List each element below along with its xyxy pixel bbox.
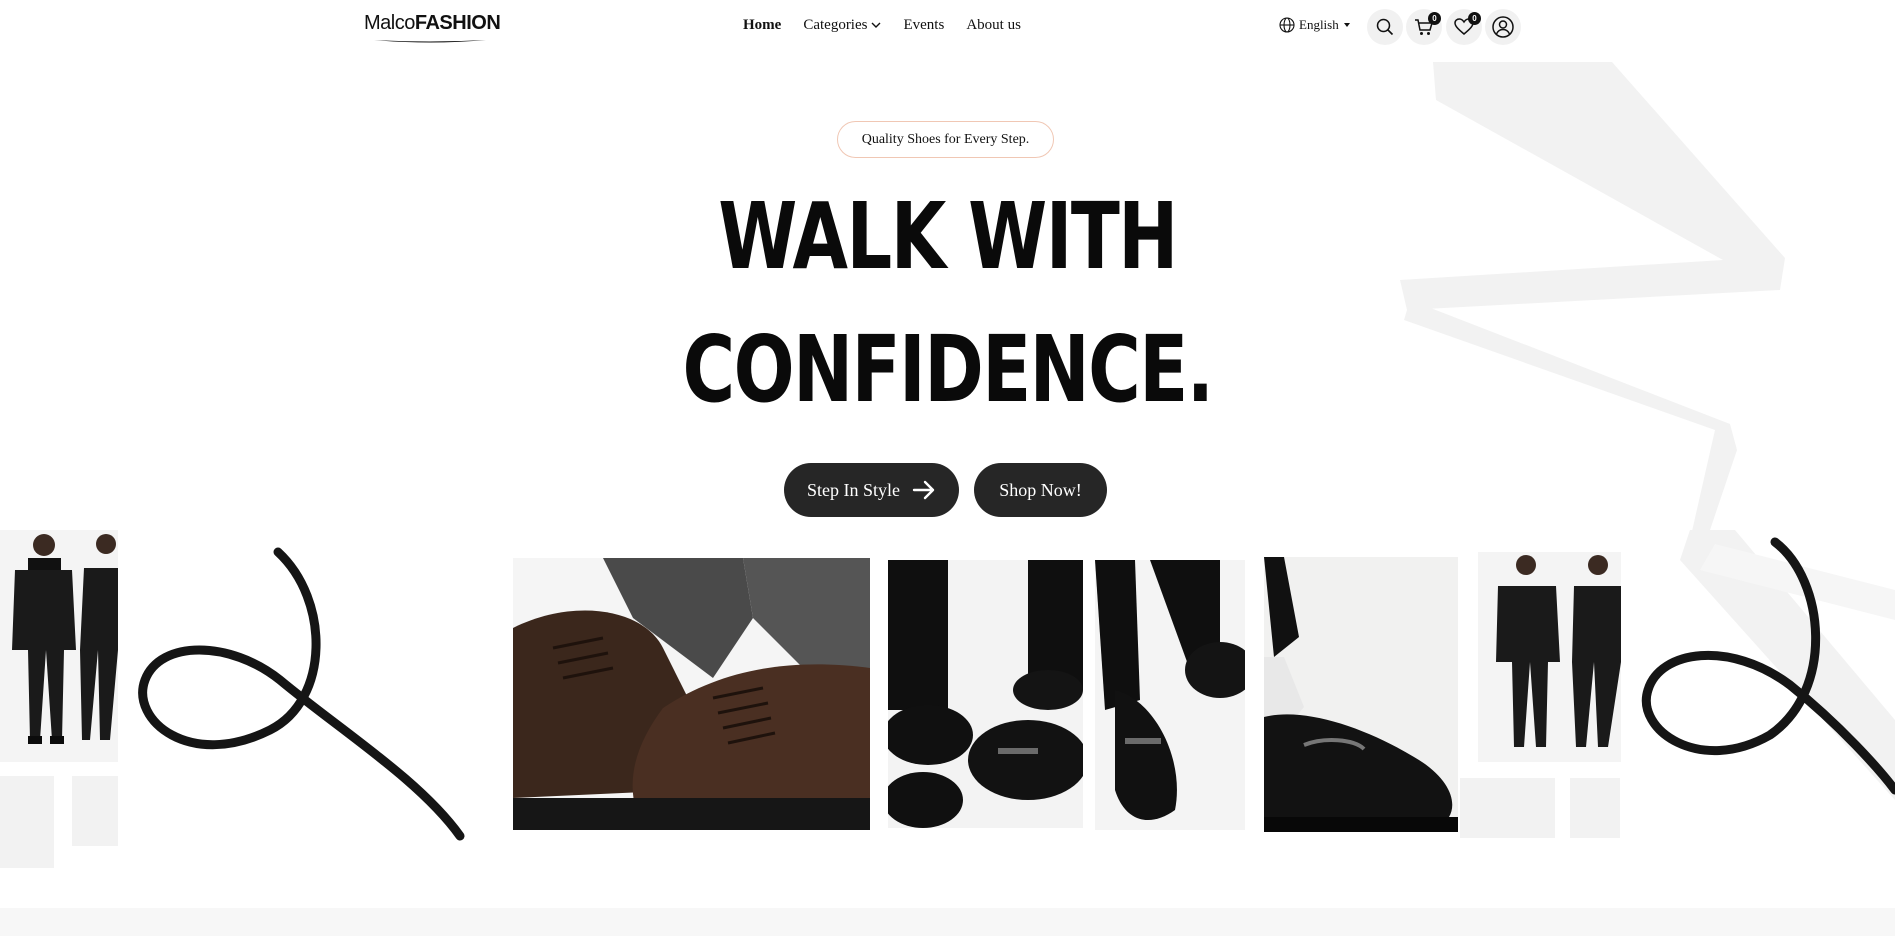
black-loafer-step-photo — [1095, 560, 1245, 830]
user-icon — [1492, 16, 1514, 38]
account-button[interactable] — [1485, 9, 1521, 45]
nav-home-label: Home — [743, 17, 782, 33]
brown-derby-shoe-photo — [513, 558, 870, 830]
cart-count-badge: 0 — [1428, 12, 1441, 25]
nav-home[interactable]: Home — [743, 17, 781, 34]
model-photo-right — [1478, 552, 1621, 762]
logo-text-part2: FASHION — [414, 12, 501, 34]
nav-events-label: Events — [903, 17, 945, 33]
model-photo-left — [0, 530, 118, 762]
nav-categories-label: Categories — [803, 17, 868, 33]
language-label: English — [1299, 17, 1339, 32]
chevron-down-icon — [871, 22, 881, 28]
black-loafers-pair-photo — [888, 560, 1083, 828]
nav-about[interactable]: About us — [966, 17, 1021, 34]
hero-headline-line2: CONFIDENCE. — [682, 316, 1214, 423]
search-button[interactable] — [1367, 9, 1403, 45]
site-header: MalcoFASHION Home Categories Events Abou… — [0, 0, 1895, 56]
arrow-right-icon — [912, 480, 935, 500]
horsebit-loafer-photo — [1264, 557, 1458, 832]
cart-button[interactable]: 0 — [1406, 9, 1442, 45]
shop-now-button[interactable]: Shop Now! — [974, 463, 1107, 517]
step-in-style-button[interactable]: Step In Style — [784, 463, 959, 517]
shop-now-label: Shop Now! — [999, 479, 1082, 500]
tagline-pill: Quality Shoes for Every Step. — [837, 121, 1054, 158]
search-icon — [1376, 18, 1394, 36]
main-nav: Home Categories Events About us — [743, 17, 1021, 34]
logo-swoosh-icon — [374, 40, 486, 43]
wishlist-button[interactable]: 0 — [1446, 9, 1482, 45]
next-section-band — [0, 908, 1895, 936]
nav-events[interactable]: Events — [903, 17, 944, 34]
wishlist-count-badge: 0 — [1468, 12, 1481, 25]
globe-icon — [1279, 17, 1295, 33]
hero-headline-line1: WALK WITH — [718, 183, 1178, 290]
step-in-style-label: Step In Style — [807, 479, 900, 500]
nav-categories[interactable]: Categories — [803, 17, 881, 34]
language-selector[interactable]: English — [1279, 17, 1351, 33]
brand-logo[interactable]: MalcoFASHION — [364, 12, 501, 46]
caret-down-icon — [1343, 23, 1350, 27]
nav-about-label: About us — [966, 17, 1021, 33]
logo-text-part1: Malco — [364, 12, 415, 34]
